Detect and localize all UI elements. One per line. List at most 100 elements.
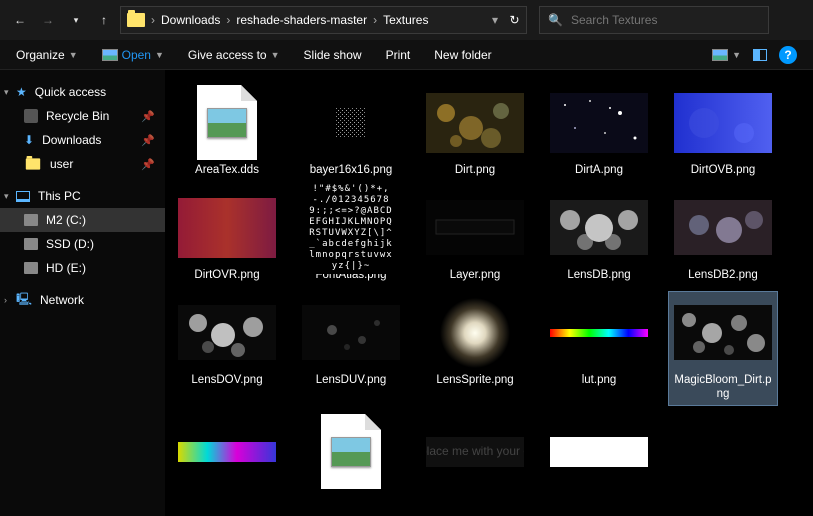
file-item[interactable]: DirtOVR.png [173, 187, 281, 286]
file-item[interactable] [297, 411, 405, 492]
recent-locations-button[interactable]: ▾ [64, 8, 88, 32]
file-label: LensDOV.png [191, 373, 262, 387]
file-list[interactable]: AreaTex.dds bayer16x16.png Dirt.png Dirt… [165, 70, 813, 516]
file-label: DirtA.png [575, 163, 623, 177]
thumbnail [550, 93, 648, 153]
sidebar-user[interactable]: user📌 [0, 152, 165, 176]
star-icon: ★ [16, 85, 27, 99]
thumbnail [674, 305, 772, 360]
file-label: LensDB.png [567, 268, 630, 282]
sidebar-drive-m2[interactable]: M2 (C:) [0, 208, 165, 232]
sidebar-quick-access[interactable]: ▾★Quick access [0, 80, 165, 104]
file-label: Dirt.png [455, 163, 495, 177]
thumbnail [550, 200, 648, 255]
thumbnail: !"#$%&'()*+,-./0123456789:;;<=>?@ABCDEFG… [305, 182, 397, 274]
file-item[interactable]: MagicBloom_Dirt.png [669, 292, 777, 405]
pin-icon: 📌 [141, 134, 155, 147]
file-label: DirtOVR.png [194, 268, 259, 282]
thumbnail [550, 329, 648, 337]
slideshow-button[interactable]: Slide show [304, 48, 362, 62]
refresh-button[interactable]: ↻ [503, 6, 527, 34]
sidebar-this-pc[interactable]: ▾This PC [0, 184, 165, 208]
file-item[interactable]: bayer16x16.png [297, 82, 405, 181]
chevron-right-icon[interactable]: › [226, 13, 230, 27]
give-access-menu[interactable]: Give access to▼ [188, 48, 280, 62]
drive-icon [24, 214, 38, 226]
thumbnail [178, 198, 276, 258]
search-icon: 🔍 [548, 13, 563, 27]
drive-icon [24, 262, 38, 274]
breadcrumb[interactable]: › Downloads › reshade-shaders-master › Tex… [120, 6, 505, 34]
pane-icon [753, 49, 767, 61]
file-label: DirtOVB.png [691, 163, 756, 177]
help-button[interactable]: ? [779, 46, 797, 64]
up-button[interactable]: ↑ [92, 8, 116, 32]
chevron-right-icon[interactable]: › [4, 295, 7, 305]
file-icon [321, 414, 381, 489]
thumbnail [440, 298, 510, 368]
search-box[interactable]: 🔍 [539, 6, 769, 34]
file-item[interactable]: DirtA.png [545, 82, 653, 181]
file-item[interactable]: Dirt.png [421, 82, 529, 181]
navigation-sidebar: ▾★Quick access Recycle Bin📌 ⬇Downloads📌 … [0, 70, 165, 516]
forward-button[interactable]: → [36, 8, 60, 32]
file-item[interactable]: LensDB.png [545, 187, 653, 286]
file-label: AreaTex.dds [195, 163, 259, 177]
command-bar: Organize▼ Open▼ Give access to▼ Slide sh… [0, 40, 813, 70]
thumbnail: Replace me with your own [426, 437, 524, 467]
file-label: MagicBloom_Dirt.png [673, 373, 773, 401]
network-icon: 🖳 [16, 290, 32, 311]
thumbnail [426, 200, 524, 255]
sidebar-drive-ssd[interactable]: SSD (D:) [0, 232, 165, 256]
main-area: ▾★Quick access Recycle Bin📌 ⬇Downloads📌 … [0, 70, 813, 516]
search-input[interactable] [571, 13, 760, 27]
file-item[interactable]: LensDB2.png [669, 187, 777, 286]
preview-pane-button[interactable] [753, 49, 767, 61]
file-item[interactable]: LensSprite.png [421, 292, 529, 405]
file-item[interactable]: LensDOV.png [173, 292, 281, 405]
picture-icon [712, 49, 728, 61]
file-item[interactable]: !"#$%&'()*+,-./0123456789:;;<=>?@ABCDEFG… [297, 187, 405, 286]
sidebar-downloads[interactable]: ⬇Downloads📌 [0, 128, 165, 152]
file-item[interactable]: DirtOVB.png [669, 82, 777, 181]
pin-icon: 📌 [141, 158, 155, 171]
sidebar-drive-hd[interactable]: HD (E:) [0, 256, 165, 280]
sidebar-network[interactable]: ›🖳Network [0, 288, 165, 312]
chevron-right-icon[interactable]: › [151, 13, 155, 27]
folder-icon [127, 13, 145, 27]
picture-icon [102, 49, 118, 61]
file-item[interactable]: Replace me with your own [421, 411, 529, 492]
chevron-down-icon[interactable]: ▾ [4, 191, 9, 202]
file-item[interactable]: AreaTex.dds [173, 82, 281, 181]
drive-icon [24, 238, 38, 250]
file-item[interactable]: lut.png [545, 292, 653, 405]
crumb-textures[interactable]: Textures [383, 13, 428, 27]
monitor-icon [16, 191, 30, 202]
sidebar-recycle-bin[interactable]: Recycle Bin📌 [0, 104, 165, 128]
file-label: LensDUV.png [316, 373, 387, 387]
file-label: lut.png [582, 373, 617, 387]
thumbnail [178, 442, 276, 462]
download-icon: ⬇ [24, 133, 34, 147]
file-item[interactable] [545, 411, 653, 492]
chevron-right-icon[interactable]: › [373, 13, 377, 27]
print-button[interactable]: Print [386, 48, 411, 62]
thumbnail [302, 305, 400, 360]
chevron-down-icon[interactable]: ▾ [492, 13, 498, 27]
crumb-downloads[interactable]: Downloads [161, 13, 220, 27]
open-button[interactable]: Open▼ [102, 48, 164, 62]
back-button[interactable]: ← [8, 8, 32, 32]
file-icon [197, 85, 257, 160]
view-options-button[interactable]: ▼ [712, 49, 741, 61]
svg-text:Replace me with your own: Replace me with your own [426, 444, 524, 458]
crumb-repo[interactable]: reshade-shaders-master [236, 13, 367, 27]
chevron-down-icon[interactable]: ▾ [4, 87, 9, 98]
folder-icon [26, 158, 40, 169]
thumbnail [674, 200, 772, 255]
organize-menu[interactable]: Organize▼ [16, 48, 78, 62]
file-item[interactable]: LensDUV.png [297, 292, 405, 405]
file-item[interactable] [173, 411, 281, 492]
file-item[interactable]: Layer.png [421, 187, 529, 286]
new-folder-button[interactable]: New folder [434, 48, 491, 62]
file-label: LensDB2.png [688, 268, 758, 282]
